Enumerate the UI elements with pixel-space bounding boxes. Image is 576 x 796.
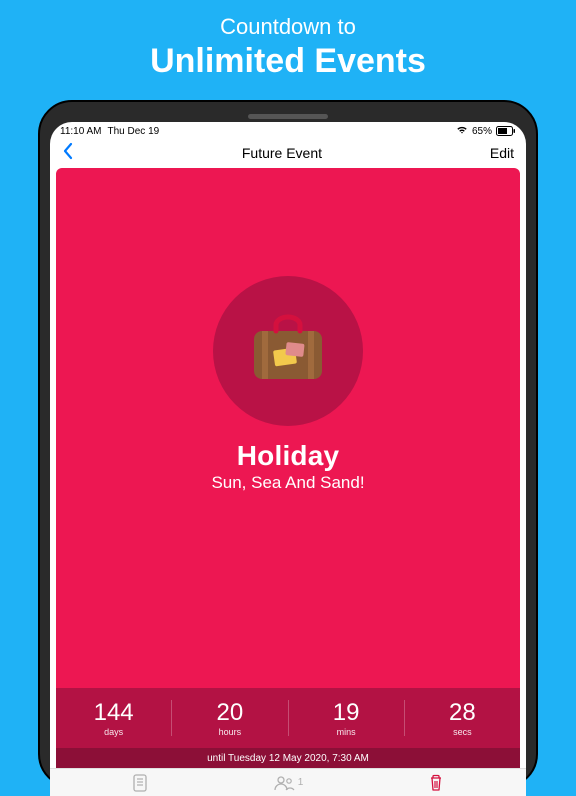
event-card[interactable]: Holiday Sun, Sea And Sand! 144 days 20 h… — [56, 168, 520, 768]
countdown-value: 19 — [289, 699, 404, 727]
tab-people-count: 1 — [298, 777, 304, 788]
countdown-mins: 19 mins — [289, 699, 404, 737]
battery-icon — [496, 126, 516, 136]
countdown-label: mins — [289, 727, 404, 737]
wifi-icon — [456, 125, 468, 137]
event-subtitle: Sun, Sea And Sand! — [211, 473, 364, 493]
status-date: Thu Dec 19 — [108, 126, 160, 137]
back-button[interactable] — [58, 142, 78, 164]
countdown-value: 28 — [405, 699, 520, 727]
countdown-value: 144 — [56, 699, 171, 727]
edit-button[interactable]: Edit — [486, 145, 518, 161]
status-left: 11:10 AM Thu Dec 19 — [60, 126, 159, 137]
status-bar: 11:10 AM Thu Dec 19 65% — [50, 122, 526, 140]
until-bar: until Tuesday 12 May 2020, 7:30 AM — [56, 748, 520, 768]
nav-title: Future Event — [242, 145, 322, 161]
tablet-notch — [248, 114, 328, 119]
countdown-label: secs — [405, 727, 520, 737]
tab-bar: 1 — [50, 768, 526, 796]
battery-percent: 65% — [472, 126, 492, 137]
countdown-bar: 144 days 20 hours 19 mins 28 secs — [56, 688, 520, 748]
tablet-frame: 11:10 AM Thu Dec 19 65% Future Event Edi… — [38, 100, 538, 788]
promo-banner: Countdown to Unlimited Events — [0, 0, 576, 81]
status-time: 11:10 AM — [60, 126, 102, 137]
screen: 11:10 AM Thu Dec 19 65% Future Event Edi… — [50, 122, 526, 796]
suitcase-icon — [240, 301, 336, 402]
countdown-value: 20 — [172, 699, 287, 727]
tab-list[interactable] — [132, 774, 148, 792]
countdown-label: hours — [172, 727, 287, 737]
tab-people[interactable]: 1 — [273, 775, 304, 791]
countdown-label: days — [56, 727, 171, 737]
nav-bar: Future Event Edit — [50, 140, 526, 166]
event-title: Holiday — [237, 440, 340, 472]
tab-delete[interactable] — [428, 774, 444, 792]
countdown-hours: 20 hours — [172, 699, 287, 737]
promo-line2: Unlimited Events — [0, 42, 576, 81]
status-right: 65% — [456, 125, 516, 137]
until-text: until Tuesday 12 May 2020, 7:30 AM — [207, 753, 369, 764]
countdown-secs: 28 secs — [405, 699, 520, 737]
event-icon-circle — [213, 276, 363, 426]
countdown-days: 144 days — [56, 699, 171, 737]
promo-line1: Countdown to — [0, 14, 576, 40]
